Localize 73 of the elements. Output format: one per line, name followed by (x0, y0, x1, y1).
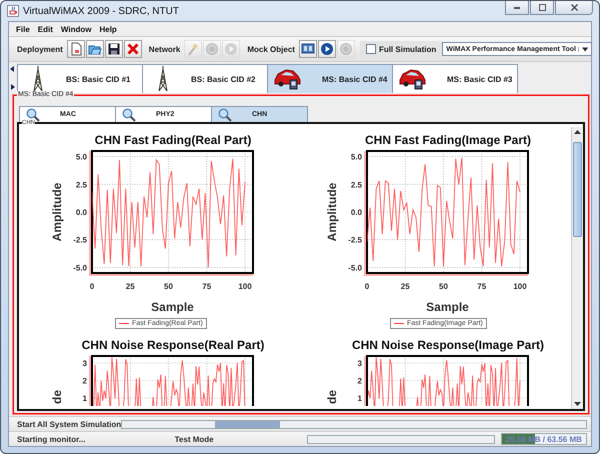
toolbar-label: Network (148, 44, 180, 54)
close-button[interactable] (555, 1, 593, 15)
scroll-up-icon[interactable] (574, 130, 581, 134)
monitor-button[interactable] (298, 40, 317, 58)
menu-item[interactable]: File (12, 24, 34, 34)
x-tick-label: 25 (400, 282, 410, 291)
magnifier-icon (218, 108, 232, 122)
full-simulation-checkbox[interactable]: Full Simulation (360, 41, 442, 57)
magnifier-icon (26, 108, 40, 122)
x-tick-label: 100 (513, 282, 527, 291)
chart-title: CHN Noise Response(Real Part) (80, 338, 266, 352)
y-tick-label: 2 (82, 376, 87, 386)
y-axis-label: de (325, 390, 339, 404)
y-tick-label: -2.5 (348, 236, 362, 245)
menu-item[interactable]: Help (95, 24, 121, 34)
y-tick-label: 3 (358, 359, 362, 368)
close-icon (570, 4, 578, 11)
chart-title: CHN Fast Fading(Image Part) (364, 133, 532, 147)
y-tick-label: 2.5 (76, 180, 87, 190)
y-tick-label: -2.5 (73, 236, 87, 245)
node-tab[interactable]: BS: Basic CID #2 (142, 64, 268, 93)
window-title: VirtualWiMAX 2009 - SDRC, NTUT (23, 6, 179, 16)
car-icon (274, 68, 302, 90)
x-axis-label: Sample (151, 300, 194, 314)
node-tab[interactable]: MS: Basic CID #4 (267, 64, 393, 93)
chart-title: CHN Noise Response(Image Part) (350, 338, 546, 352)
new-button[interactable] (66, 40, 85, 58)
toolbar-label: Deployment (17, 44, 63, 54)
y-tick-label: 2 (358, 376, 362, 386)
minimize-icon (514, 6, 520, 8)
chart-title: CHN Fast Fading(Real Part) (94, 133, 252, 147)
scroll-down-icon[interactable] (574, 402, 581, 406)
x-tick-label: 50 (164, 282, 173, 291)
y-tick-label: -5.0 (348, 263, 362, 272)
x-tick-label: 0 (90, 282, 94, 291)
magnifier-icon (122, 108, 136, 122)
y-tick-label: -5.0 (73, 263, 87, 272)
y-axis-label: Amplitude (50, 182, 64, 242)
x-tick-label: 100 (238, 282, 252, 291)
y-tick-label: 3 (82, 359, 87, 368)
node-tab[interactable]: MS: Basic CID #3 (392, 64, 518, 93)
x-tick-label: 50 (439, 282, 448, 291)
mode-label: Test Mode (174, 434, 215, 444)
x-axis-label: Sample (426, 300, 469, 314)
task-label: Start All System Simulation (17, 420, 121, 428)
car-icon (399, 68, 427, 90)
x-tick-label: 75 (202, 282, 212, 291)
toolbar-label: Mock Object (247, 44, 295, 54)
y-tick-label: 1 (82, 394, 87, 403)
y-tick-label: 5.0 (350, 152, 362, 162)
save-button[interactable] (104, 40, 123, 58)
x-tick-label: 75 (477, 282, 486, 291)
maximize-button[interactable] (530, 1, 554, 15)
maximize-icon (538, 4, 546, 11)
play-button[interactable] (318, 40, 336, 58)
y-tick-label: 5.0 (76, 152, 87, 162)
vertical-scrollbar[interactable] (571, 127, 583, 409)
menu-item[interactable]: Window (56, 24, 96, 34)
y-axis-label: Amplitude (325, 182, 339, 242)
y-tick-label: 2.5 (350, 180, 362, 190)
coffee-cup-icon (7, 5, 19, 17)
delete-button[interactable] (124, 40, 142, 58)
y-tick-label: 1 (358, 394, 362, 403)
y-tick-label: 0.0 (350, 208, 362, 217)
tab-scroll-arrows-icon[interactable] (10, 66, 15, 90)
x-tick-label: 25 (126, 282, 135, 291)
open-button[interactable] (86, 40, 104, 58)
y-axis-label: de (50, 390, 64, 404)
menu-item[interactable]: Edit (34, 24, 57, 34)
y-tick-label: 0.0 (76, 208, 87, 217)
status-message: Starting monitor... (17, 434, 86, 444)
x-tick-label: 0 (364, 282, 370, 291)
minimize-button[interactable] (505, 1, 529, 15)
